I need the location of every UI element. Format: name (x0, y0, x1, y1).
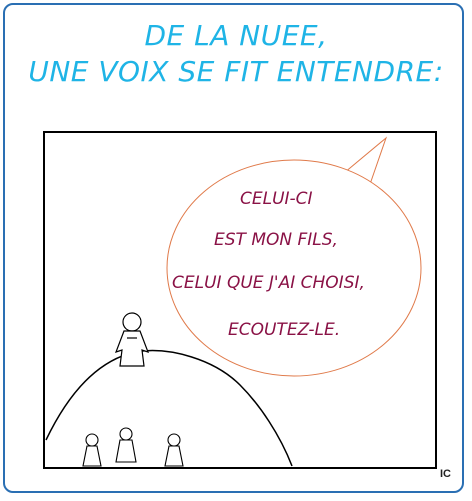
speech-line-3: CELUI QUE J'AI CHOISI, (172, 273, 365, 293)
comic-panel (43, 131, 437, 469)
speech-line-1: CELUI-CI (240, 189, 313, 209)
speech-line-2: EST MON FILS, (214, 230, 338, 250)
signature: IC (440, 468, 451, 480)
disciple-figure-left (82, 433, 102, 467)
disciple-figure-right (164, 433, 184, 467)
speech-line-4: ECOUTEZ-LE. (228, 320, 341, 340)
